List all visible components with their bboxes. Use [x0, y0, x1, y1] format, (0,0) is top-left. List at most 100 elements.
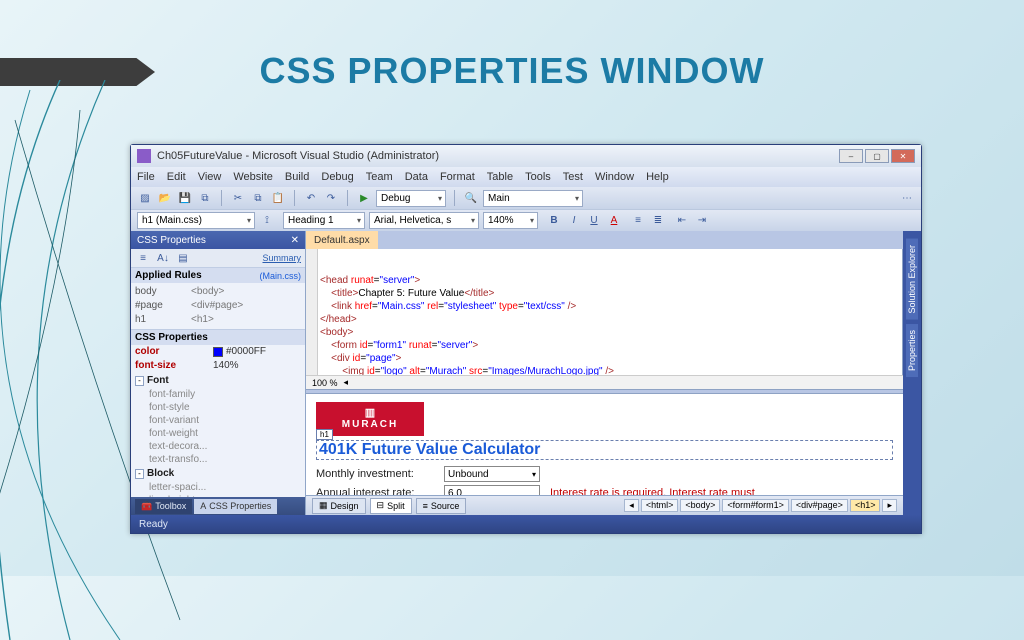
css-source-link[interactable]: (Main.css)	[259, 271, 301, 281]
combo-monthly-investment[interactable]: Unbound	[444, 466, 540, 482]
summary-link[interactable]: Summary	[262, 253, 301, 263]
config-combo[interactable]: Debug	[376, 190, 446, 207]
split-icon: ⊟	[377, 500, 385, 511]
menu-data[interactable]: Data	[405, 171, 428, 183]
menu-view[interactable]: View	[198, 171, 222, 183]
toolbar-overflow-icon[interactable]: ⋯	[899, 190, 915, 206]
chevron-left-icon[interactable]: ◂	[344, 377, 349, 388]
h1-heading: 401K Future Value Calculator	[319, 441, 540, 458]
bold-icon[interactable]: B	[546, 213, 562, 229]
tab-split[interactable]: ⊟Split	[370, 498, 412, 514]
menubar: File Edit View Website Build Debug Team …	[131, 167, 921, 187]
dock-properties[interactable]: Properties	[906, 324, 918, 377]
list-ol-icon[interactable]: ≣	[650, 213, 666, 229]
paste-icon[interactable]: 📋	[270, 190, 286, 206]
menu-build[interactable]: Build	[285, 171, 309, 183]
tab-source[interactable]: ≡Source	[416, 498, 467, 514]
save-icon[interactable]: 💾	[177, 190, 193, 206]
maximize-button[interactable]: ▢	[865, 149, 889, 163]
startup-combo[interactable]: Main	[483, 190, 583, 207]
view-tabs: ▦Design ⊟Split ≡Source ◂ <html> <body> <…	[306, 495, 903, 515]
input-annual-rate[interactable]: 6.0	[444, 485, 540, 495]
zoom-combo[interactable]: 140%	[483, 212, 538, 229]
menu-file[interactable]: File	[137, 171, 155, 183]
design-surface[interactable]: ▥MURACH h1 401K Future Value Calculator …	[306, 394, 903, 495]
dock-solution-explorer[interactable]: Solution Explorer	[906, 239, 918, 320]
right-dock-tabs: Solution Explorer Properties	[903, 231, 921, 515]
menu-table[interactable]: Table	[487, 171, 513, 183]
outdent-icon[interactable]: ⇤	[674, 213, 690, 229]
menu-help[interactable]: Help	[646, 171, 669, 183]
applied-rules-list[interactable]: body<body> #page<div#page> h1<h1>	[131, 283, 305, 329]
toolbox-icon: 🧰	[141, 501, 152, 512]
copy-icon[interactable]: ⧉	[250, 190, 266, 206]
new-icon[interactable]: ▨	[137, 190, 153, 206]
collapse-icon[interactable]: -	[135, 469, 144, 479]
zoom-strip: 100 %◂	[306, 375, 903, 389]
slide-title: CSS PROPERTIES WINDOW	[0, 50, 1024, 92]
code-editor[interactable]: <head runat="server"> <title>Chapter 5: …	[306, 249, 903, 375]
format-toolbar: h1 (Main.css) ⟟ Heading 1 Arial, Helveti…	[131, 209, 921, 231]
h1-selection-box[interactable]: h1 401K Future Value Calculator	[316, 440, 893, 460]
applied-rules-header: Applied Rules (Main.css)	[131, 267, 305, 283]
window-title: Ch05FutureValue - Microsoft Visual Studi…	[157, 150, 439, 162]
menu-format[interactable]: Format	[440, 171, 475, 183]
indent-icon[interactable]: ⇥	[694, 213, 710, 229]
menu-debug[interactable]: Debug	[321, 171, 353, 183]
h1-tag-label: h1	[316, 429, 333, 440]
validation-error: Interest rate is required. Interest rate…	[550, 487, 755, 495]
logo-book-icon: ▥	[365, 408, 375, 419]
app-icon	[137, 149, 151, 163]
tab-default-aspx[interactable]: Default.aspx	[306, 231, 378, 249]
css-icon: A	[200, 501, 206, 511]
source-icon: ≡	[423, 501, 428, 511]
underline-icon[interactable]: U	[586, 213, 602, 229]
italic-icon[interactable]: I	[566, 213, 582, 229]
run-icon[interactable]: ▶	[356, 190, 372, 206]
titlebar: Ch05FutureValue - Microsoft Visual Studi…	[131, 145, 921, 167]
open-icon[interactable]: 📂	[157, 190, 173, 206]
block-format-combo[interactable]: Heading 1	[283, 212, 365, 229]
menu-website[interactable]: Website	[233, 171, 273, 183]
tab-toolbox[interactable]: 🧰Toolbox	[135, 499, 192, 514]
close-button[interactable]: ✕	[891, 149, 915, 163]
menu-edit[interactable]: Edit	[167, 171, 186, 183]
applied-icon[interactable]: ▤	[175, 250, 191, 266]
left-bottom-tabs: 🧰Toolbox ACSS Properties	[131, 497, 305, 515]
redo-icon[interactable]: ↷	[323, 190, 339, 206]
label-annual-rate: Annual interest rate:	[316, 487, 444, 495]
saveall-icon[interactable]: ⧉	[197, 190, 213, 206]
css-properties-list[interactable]: color#0000FF font-size140% -Font font-fa…	[131, 345, 305, 497]
document-tabs: Default.aspx	[306, 231, 903, 249]
menu-team[interactable]: Team	[366, 171, 393, 183]
menu-tools[interactable]: Tools	[525, 171, 551, 183]
css-properties-panel: CSS Properties✕ ≡ A↓ ▤ Summary Applied R…	[131, 231, 306, 515]
standard-toolbar: ▨ 📂 💾 ⧉ ✂ ⧉ 📋 ↶ ↷ ▶ Debug 🔍 Main ⋯	[131, 187, 921, 209]
find-icon[interactable]: 🔍	[463, 190, 479, 206]
css-locate-icon[interactable]: ⟟	[259, 213, 275, 229]
list-ul-icon[interactable]: ≡	[630, 213, 646, 229]
crumb-arrow-icon[interactable]: ◂	[624, 499, 639, 512]
alpha-icon[interactable]: A↓	[155, 250, 171, 266]
css-properties-subheader: CSS Properties	[131, 329, 305, 345]
font-family-combo[interactable]: Arial, Helvetica, s	[369, 212, 479, 229]
tab-css-properties[interactable]: ACSS Properties	[194, 499, 277, 514]
menu-window[interactable]: Window	[595, 171, 634, 183]
design-icon: ▦	[319, 500, 328, 511]
css-panel-title: CSS Properties✕	[131, 231, 305, 249]
crumb-arrow-icon[interactable]: ▸	[882, 499, 897, 512]
tag-breadcrumb[interactable]: ◂ <html> <body> <form#form1> <div#page> …	[624, 499, 897, 512]
categorized-icon[interactable]: ≡	[135, 250, 151, 266]
collapse-icon[interactable]: -	[135, 376, 144, 386]
fontcolor-icon[interactable]: A	[606, 213, 622, 229]
statusbar: Ready	[131, 515, 921, 533]
vs-window: Ch05FutureValue - Microsoft Visual Studi…	[130, 144, 922, 534]
menu-test[interactable]: Test	[563, 171, 583, 183]
cut-icon[interactable]: ✂	[230, 190, 246, 206]
tab-design[interactable]: ▦Design	[312, 498, 366, 514]
css-selector-combo[interactable]: h1 (Main.css)	[137, 212, 255, 229]
minimize-button[interactable]: –	[839, 149, 863, 163]
label-monthly-investment: Monthly investment:	[316, 468, 444, 480]
css-panel-toolbar: ≡ A↓ ▤ Summary	[131, 249, 305, 267]
undo-icon[interactable]: ↶	[303, 190, 319, 206]
